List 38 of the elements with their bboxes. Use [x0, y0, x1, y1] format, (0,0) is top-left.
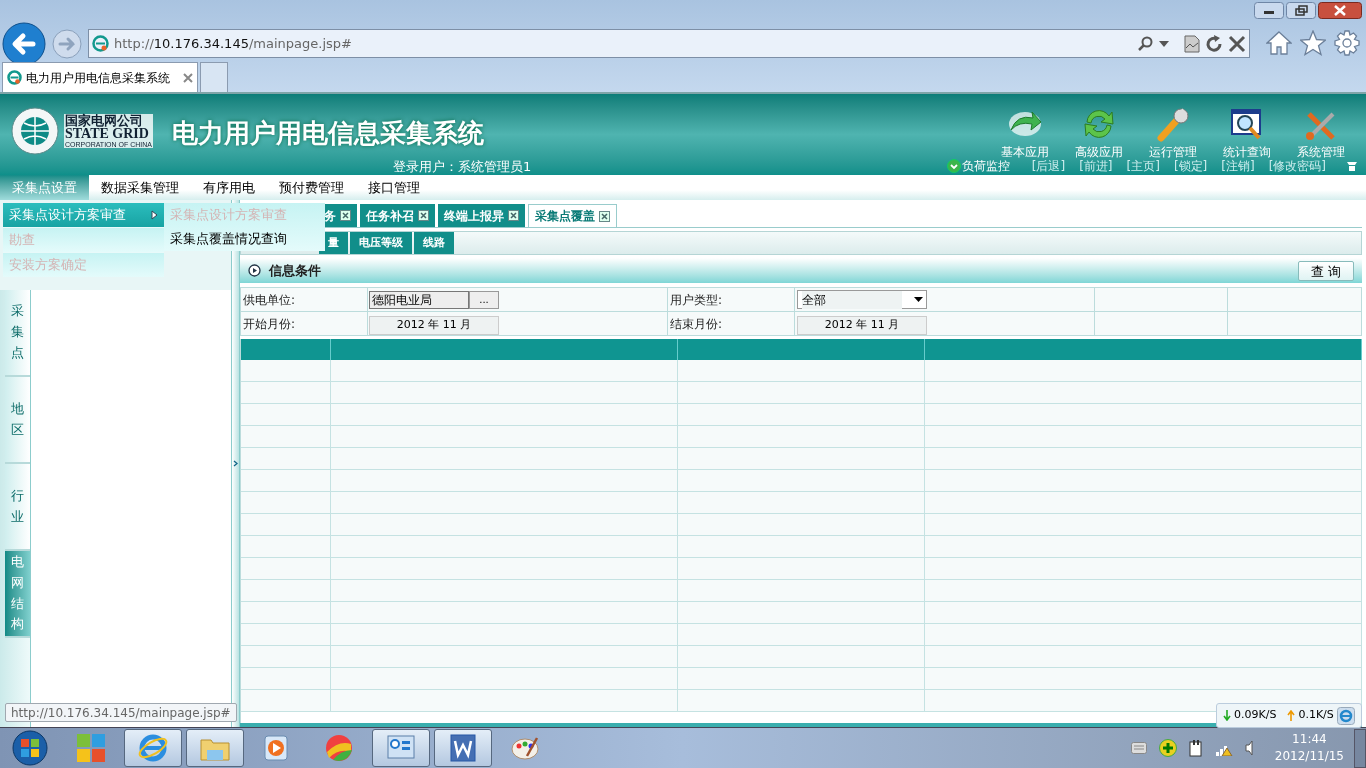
- app-title: 电力用户用电信息采集系统: [172, 117, 484, 150]
- login-user-text: 登录用户：系统管理员1: [393, 158, 532, 176]
- sub-tab[interactable]: 电压等级: [350, 232, 412, 254]
- section-title: 信息条件: [269, 261, 322, 280]
- sub-tab[interactable]: 线路: [414, 232, 454, 254]
- page-tab[interactable]: 终端上报异: [438, 204, 525, 227]
- end-month-field[interactable]: 2012 年 11 月: [797, 316, 927, 335]
- download-speed: 0.09K/S: [1234, 707, 1277, 724]
- browser-tab[interactable]: 电力用户用电信息采集系统: [2, 62, 198, 92]
- address-bar[interactable]: http://10.176.34.145/mainpage.jsp#: [88, 29, 1250, 58]
- field-label: 结束月份:: [669, 315, 723, 333]
- page-tab[interactable]: 任务补召: [360, 204, 435, 227]
- page-tab[interactable]: 采集点覆盖: [528, 204, 617, 227]
- side-tab[interactable]: 行业: [5, 464, 30, 551]
- clock[interactable]: 11:44 2012/11/15: [1274, 731, 1344, 765]
- logo-text: 国家电网公司: [64, 114, 153, 127]
- status-url: http://10.176.34.145/mainpage.jsp#: [5, 703, 237, 722]
- side-tab[interactable]: 地区: [5, 377, 30, 464]
- field-label: 开始月份:: [242, 315, 296, 333]
- upload-speed: 0.1K/S: [1298, 707, 1334, 724]
- logo-text: STATE GRID: [64, 127, 153, 141]
- tab-title: 电力用户用电信息采集系统: [26, 69, 171, 87]
- field-label: 供电单位:: [242, 291, 296, 309]
- menu-item[interactable]: 预付费管理: [267, 175, 356, 200]
- address-text: http://10.176.34.145/mainpage.jsp#: [114, 34, 352, 53]
- menu-item[interactable]: 数据采集管理: [89, 175, 191, 200]
- start-month-field[interactable]: 2012 年 11 月: [369, 316, 499, 335]
- menu-item[interactable]: 接口管理: [356, 175, 432, 200]
- browse-button[interactable]: ...: [469, 290, 499, 309]
- field-label: 用户类型:: [669, 291, 723, 309]
- menu-item[interactable]: 有序用电: [191, 175, 267, 200]
- side-tab[interactable]: 采集点: [5, 290, 30, 377]
- side-tab[interactable]: 电网结构: [5, 551, 30, 638]
- menu-item[interactable]: 采集点设计方案审查: [3, 203, 164, 227]
- user-type-select[interactable]: 全部: [797, 290, 927, 309]
- supply-unit-field[interactable]: 德阳电业局: [369, 290, 469, 309]
- menu-item[interactable]: 采集点设置: [0, 175, 89, 200]
- query-button[interactable]: 查 询: [1297, 260, 1354, 281]
